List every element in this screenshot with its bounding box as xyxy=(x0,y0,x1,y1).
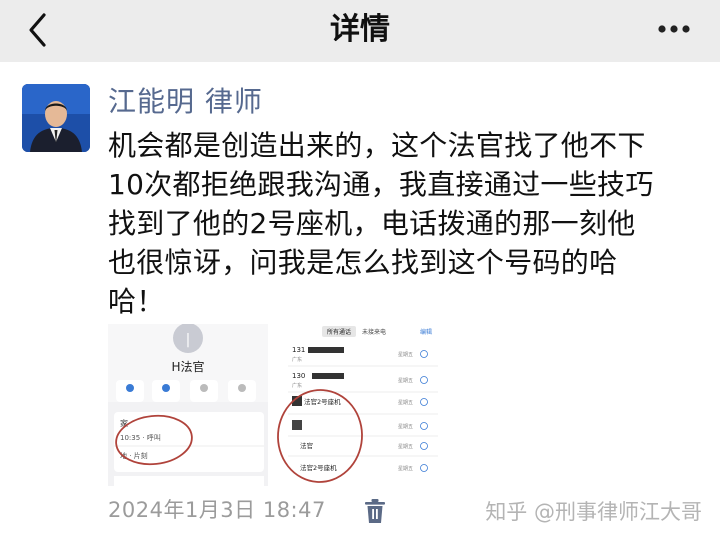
svg-text:星期五: 星期五 xyxy=(398,352,413,358)
contact-screenshot: | H法官 家 10:35 · 呼叫 地 · 片刻 xyxy=(108,324,268,486)
svg-text:|: | xyxy=(186,332,191,348)
tab-missed-calls: 未接来电 xyxy=(362,328,386,336)
watermark: 知乎 @刑事律师江大哥 xyxy=(485,500,702,524)
svg-text:131: 131 xyxy=(292,346,305,354)
contact-row-sub: 10:35 · 呼叫 xyxy=(120,433,161,442)
author-name[interactable]: 江能明 律师 xyxy=(108,82,263,122)
post-text-line: 10次都拒绝跟我沟通，我直接通过一些技巧 xyxy=(108,168,654,201)
svg-text:法官2号座机: 法官2号座机 xyxy=(300,463,337,472)
post-timestamp: 2024年1月3日 18:47 xyxy=(108,498,326,522)
contact-row-bottom: 地 · 片刻 xyxy=(120,451,148,460)
post-image-contact[interactable]: | H法官 家 10:35 · 呼叫 地 · 片刻 xyxy=(108,324,268,486)
moment-post: 江能明 律师 机会都是创造出来的，这个法官找了他不下 10次都拒绝跟我沟通，我直… xyxy=(0,62,720,541)
svg-text:星期五: 星期五 xyxy=(398,444,413,450)
avatar-image xyxy=(22,84,90,152)
svg-text:星期五: 星期五 xyxy=(398,400,413,406)
svg-text:法官: 法官 xyxy=(300,441,313,450)
svg-text:130: 130 xyxy=(292,372,305,380)
contact-name: H法官 xyxy=(171,359,204,374)
post-image-call-log[interactable]: 所有通话 未接来电 编辑 131 广东 星期五 130 广东 星期五 法官2号座… xyxy=(274,324,438,486)
post-text-line: 也很惊讶，问我是怎么找到这个号码的哈 xyxy=(108,246,618,279)
svg-text:广东: 广东 xyxy=(292,382,302,389)
svg-text:星期五: 星期五 xyxy=(398,424,413,430)
svg-text:星期五: 星期五 xyxy=(398,378,413,384)
svg-text:法官2号座机: 法官2号座机 xyxy=(304,397,341,406)
post-text-line: 哈！ xyxy=(108,285,165,318)
tab-all-calls: 所有通话 xyxy=(327,328,351,336)
svg-text:广东: 广东 xyxy=(292,356,302,363)
post-text-line: 找到了他的2号座机，电话拨通的那一刻他 xyxy=(108,207,636,240)
call-log-screenshot: 所有通话 未接来电 编辑 131 广东 星期五 130 广东 星期五 法官2号座… xyxy=(274,324,438,486)
post-text-line: 机会都是创造出来的，这个法官找了他不下 xyxy=(108,129,646,162)
more-dots-icon[interactable] xyxy=(654,14,694,44)
top-nav-bar: 详情 xyxy=(0,0,720,62)
trash-icon[interactable] xyxy=(364,498,386,524)
page-title: 详情 xyxy=(330,12,390,47)
avatar[interactable] xyxy=(22,84,90,152)
svg-text:星期五: 星期五 xyxy=(398,466,413,472)
edit-link: 编辑 xyxy=(420,328,432,336)
post-text: 机会都是创造出来的，这个法官找了他不下 10次都拒绝跟我沟通，我直接通过一些技巧… xyxy=(108,126,690,321)
